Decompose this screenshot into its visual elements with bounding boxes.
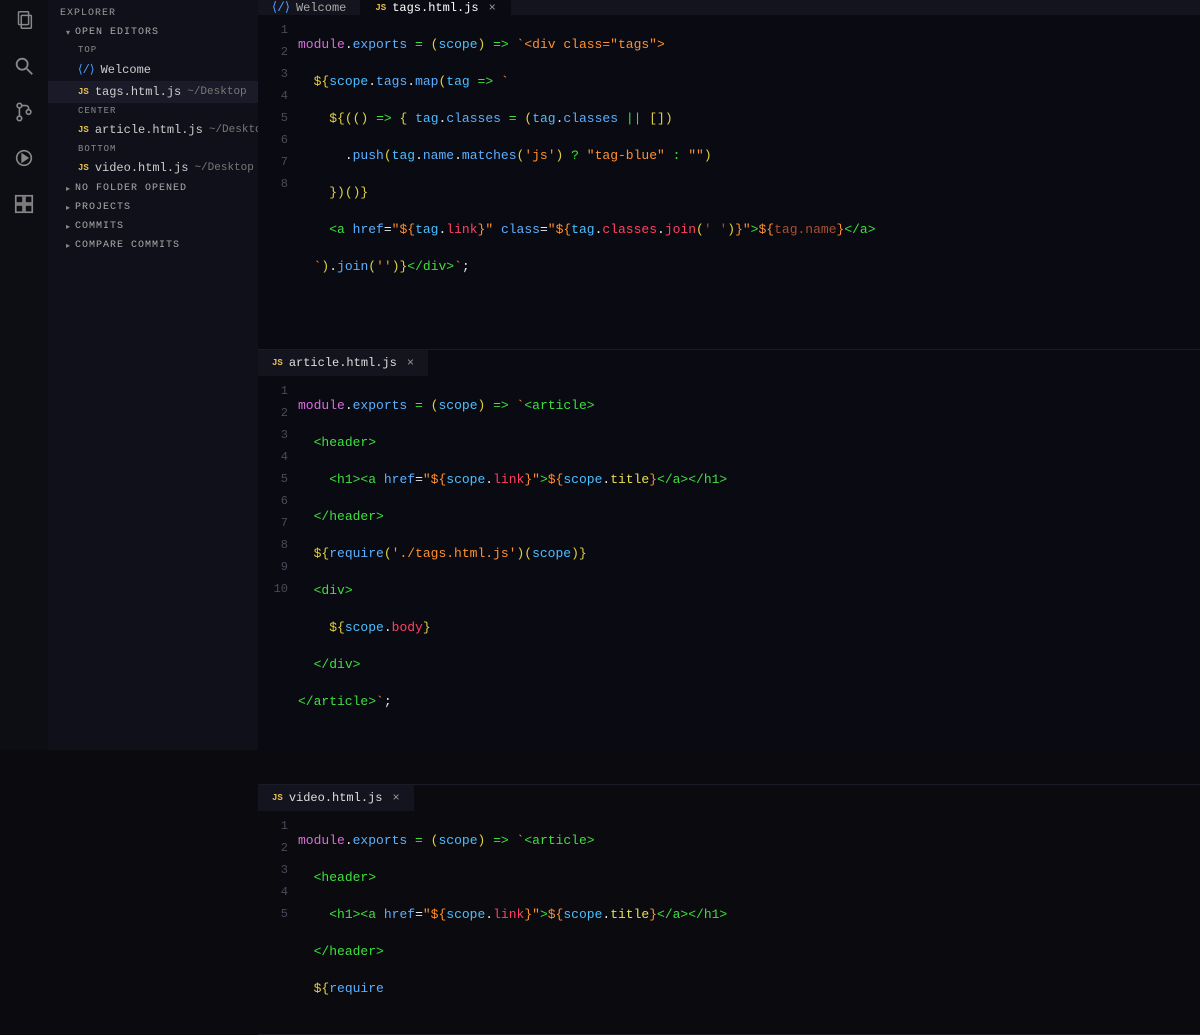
file-name: video.html.js xyxy=(95,161,189,175)
files-icon[interactable] xyxy=(12,8,36,32)
pane-stack: 12345678 module.exports = (scope) => `<d… xyxy=(258,15,1200,1035)
pane-tags: 12345678 module.exports = (scope) => `<d… xyxy=(258,15,1200,350)
open-editor-welcome[interactable]: ⟨/⟩ Welcome xyxy=(48,58,258,81)
file-name: Welcome xyxy=(101,63,151,77)
close-icon[interactable]: × xyxy=(485,1,496,15)
chevron-right-icon: ▸ xyxy=(66,203,71,213)
file-name: article.html.js xyxy=(95,123,203,137)
js-icon: JS xyxy=(272,793,283,803)
no-folder-header[interactable]: ▸ NO FOLDER OPENED xyxy=(48,179,258,198)
close-icon[interactable]: × xyxy=(388,791,399,805)
pane-tab-video[interactable]: JS video.html.js × xyxy=(258,785,414,811)
close-icon[interactable]: × xyxy=(403,356,414,370)
editor-tabs: ⟨/⟩ Welcome JS tags.html.js × xyxy=(258,0,1200,15)
commits-label: COMMITS xyxy=(75,221,124,232)
projects-label: PROJECTS xyxy=(75,202,131,213)
open-editor-tags[interactable]: JS tags.html.js ~/Desktop xyxy=(48,81,258,103)
group-top: TOP xyxy=(48,42,258,58)
group-bottom: BOTTOM xyxy=(48,141,258,157)
commits-header[interactable]: ▸ COMMITS xyxy=(48,217,258,236)
no-folder-label: NO FOLDER OPENED xyxy=(75,183,187,194)
search-icon[interactable] xyxy=(12,54,36,78)
pane-tab-label: article.html.js xyxy=(289,356,397,370)
extensions-icon[interactable] xyxy=(12,192,36,216)
group-center: CENTER xyxy=(48,103,258,119)
projects-header[interactable]: ▸ PROJECTS xyxy=(48,198,258,217)
compare-commits-header[interactable]: ▸ COMPARE COMMITS xyxy=(48,236,258,255)
file-name: tags.html.js xyxy=(95,85,181,99)
js-icon: JS xyxy=(272,358,283,368)
chevron-right-icon: ▸ xyxy=(66,184,71,194)
code-tags[interactable]: module.exports = (scope) => `<div class=… xyxy=(298,15,876,349)
chevron-right-icon: ▸ xyxy=(66,222,71,232)
compare-commits-label: COMPARE COMMITS xyxy=(75,240,180,251)
tab-welcome[interactable]: ⟨/⟩ Welcome xyxy=(258,0,361,15)
chevron-down-icon: ▾ xyxy=(66,28,71,38)
tab-label: Welcome xyxy=(296,1,346,15)
file-path: ~/Desktop xyxy=(194,162,253,174)
pane-video: JS video.html.js × 12345 module.exports … xyxy=(258,785,1200,1035)
open-editors-header[interactable]: ▾ OPEN EDITORS xyxy=(48,23,258,42)
tab-tags[interactable]: JS tags.html.js × xyxy=(361,0,510,15)
gutter: 12345 xyxy=(258,811,298,1034)
pane-tab-article[interactable]: JS article.html.js × xyxy=(258,350,428,376)
pane-tab-label: video.html.js xyxy=(289,791,383,805)
js-icon: JS xyxy=(78,125,89,135)
editor-area: ⟨/⟩ Welcome JS tags.html.js × 12345678 m… xyxy=(258,0,1200,750)
tab-label: tags.html.js xyxy=(392,1,478,15)
debug-icon[interactable] xyxy=(12,146,36,170)
vscode-icon: ⟨/⟩ xyxy=(78,62,95,77)
code-article[interactable]: module.exports = (scope) => `<article> <… xyxy=(298,376,727,784)
chevron-right-icon: ▸ xyxy=(66,241,71,251)
js-icon: JS xyxy=(78,87,89,97)
source-control-icon[interactable] xyxy=(12,100,36,124)
js-icon: JS xyxy=(375,3,386,13)
activity-bar xyxy=(0,0,48,750)
sidebar-title: EXPLORER xyxy=(48,4,258,23)
explorer-sidebar: EXPLORER ▾ OPEN EDITORS TOP ⟨/⟩ Welcome … xyxy=(48,0,258,750)
vscode-icon: ⟨/⟩ xyxy=(272,0,290,15)
pane-article: JS article.html.js × 12345678910 module.… xyxy=(258,350,1200,785)
code-video[interactable]: module.exports = (scope) => `<article> <… xyxy=(298,811,727,1034)
open-editor-video[interactable]: JS video.html.js ~/Desktop xyxy=(48,157,258,179)
js-icon: JS xyxy=(78,163,89,173)
gutter: 12345678910 xyxy=(258,376,298,784)
open-editors-label: OPEN EDITORS xyxy=(75,27,159,38)
gutter: 12345678 xyxy=(258,15,298,349)
file-path: ~/Desktop xyxy=(187,86,246,98)
open-editor-article[interactable]: JS article.html.js ~/Desktop xyxy=(48,119,258,141)
